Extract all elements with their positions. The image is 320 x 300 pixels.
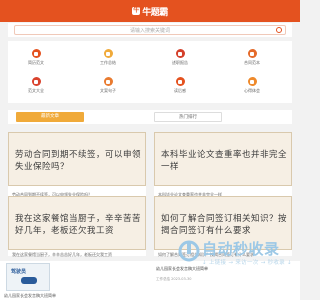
article-list-item[interactable]: 驾驶员 幼儿园家长会发言稿大班简单 <box>0 261 150 300</box>
category-item-reflections[interactable]: 心得体会 <box>232 77 272 94</box>
site-logo[interactable]: 牛 牛题霸 <box>132 5 168 18</box>
reflections-icon <box>247 77 257 86</box>
article-thumbnail: 我在这家餐馆当厨子，辛辛苦苦好几年，老板还欠我工资 <box>8 196 146 250</box>
resume-icon <box>31 49 41 58</box>
thumbnail-headline: 如何了解合同签订相关知识？按揭合同签订有什么要求 <box>161 214 288 236</box>
search-icon[interactable] <box>276 27 282 33</box>
tab-hot[interactable]: 热门排行 <box>154 112 222 122</box>
thumbnail-label: 驾驶员 <box>11 269 27 275</box>
category-item-copywriting[interactable]: 文案句子 <box>88 77 128 94</box>
category-label: 合同范本 <box>244 60 260 65</box>
article-tabs: 最新文章 热门排行 <box>8 110 292 124</box>
search-input[interactable]: 请输入搜索关键词 <box>14 25 286 35</box>
watermark-logo-icon <box>178 240 200 262</box>
search-bar: 请输入搜索关键词 <box>8 23 292 37</box>
article-title[interactable]: 我在这家餐馆当厨子，辛辛苦苦好几年，老板还欠我工资 <box>12 252 112 258</box>
logo-text: 牛题霸 <box>142 7 168 18</box>
tab-latest[interactable]: 最新文章 <box>16 112 84 122</box>
watermark-subtitle: ↓ 上链接 → 来访一次 → 秒收录 ↓ <box>202 260 292 266</box>
report-icon <box>175 49 185 58</box>
top-header: 牛 牛题霸 <box>0 0 300 22</box>
watermark-text: 自动秒收录 <box>202 240 280 258</box>
category-label: 读后感 <box>174 88 186 93</box>
category-item-reviews[interactable]: 读后感 <box>160 77 200 94</box>
article-title[interactable]: 幼儿园家长会发言稿大班简单 <box>4 293 56 299</box>
category-panel: 简历范文 工作总结 述职报告 合同范本 范文大全 文案句子 读后感 心得体会 <box>8 41 292 103</box>
essays-icon <box>31 77 41 86</box>
category-label: 工作总结 <box>100 60 116 65</box>
watermark: 自动秒收录 ↓ 上链接 → 来访一次 → 秒收录 ↓ <box>178 238 298 274</box>
article-meta: 工作总结 2023-03-30 <box>156 277 192 281</box>
copywriting-icon <box>103 77 113 86</box>
thumbnail-headline: 我在这家餐馆当厨子，辛辛苦苦好几年，老板还欠我工资 <box>15 214 142 236</box>
car-icon <box>21 277 37 284</box>
article-card[interactable]: 我在这家餐馆当厨子，辛辛苦苦好几年，老板还欠我工资 我在这家餐馆当厨子，辛辛苦苦… <box>8 196 146 258</box>
thumbnail-headline: 本科毕业论文查重率也并非完全一样 <box>161 150 288 172</box>
category-item-report[interactable]: 述职报告 <box>160 49 200 66</box>
article-thumbnail: 本科毕业论文查重率也并非完全一样 <box>154 132 292 186</box>
contract-icon <box>247 49 257 58</box>
reviews-icon <box>175 77 185 86</box>
article-thumbnail: 劳动合同到期不续签，可以申领失业保险吗？ <box>8 132 146 186</box>
category-label: 心得体会 <box>244 88 260 93</box>
article-thumbnail: 驾驶员 <box>6 263 50 291</box>
summary-icon <box>103 49 113 58</box>
category-item-essays[interactable]: 范文大全 <box>16 77 56 94</box>
logo-badge-icon: 牛 <box>132 7 141 15</box>
category-item-contract[interactable]: 合同范本 <box>232 49 272 66</box>
category-label: 文案句子 <box>100 88 116 93</box>
thumbnail-headline: 劳动合同到期不续签，可以申领失业保险吗？ <box>15 150 142 172</box>
search-placeholder: 请输入搜索关键词 <box>129 27 170 34</box>
category-label: 述职报告 <box>172 60 188 65</box>
category-label: 范文大全 <box>28 88 44 93</box>
category-item-summary[interactable]: 工作总结 <box>88 49 128 66</box>
category-label: 简历范文 <box>28 60 44 65</box>
category-item-resume[interactable]: 简历范文 <box>16 49 56 66</box>
